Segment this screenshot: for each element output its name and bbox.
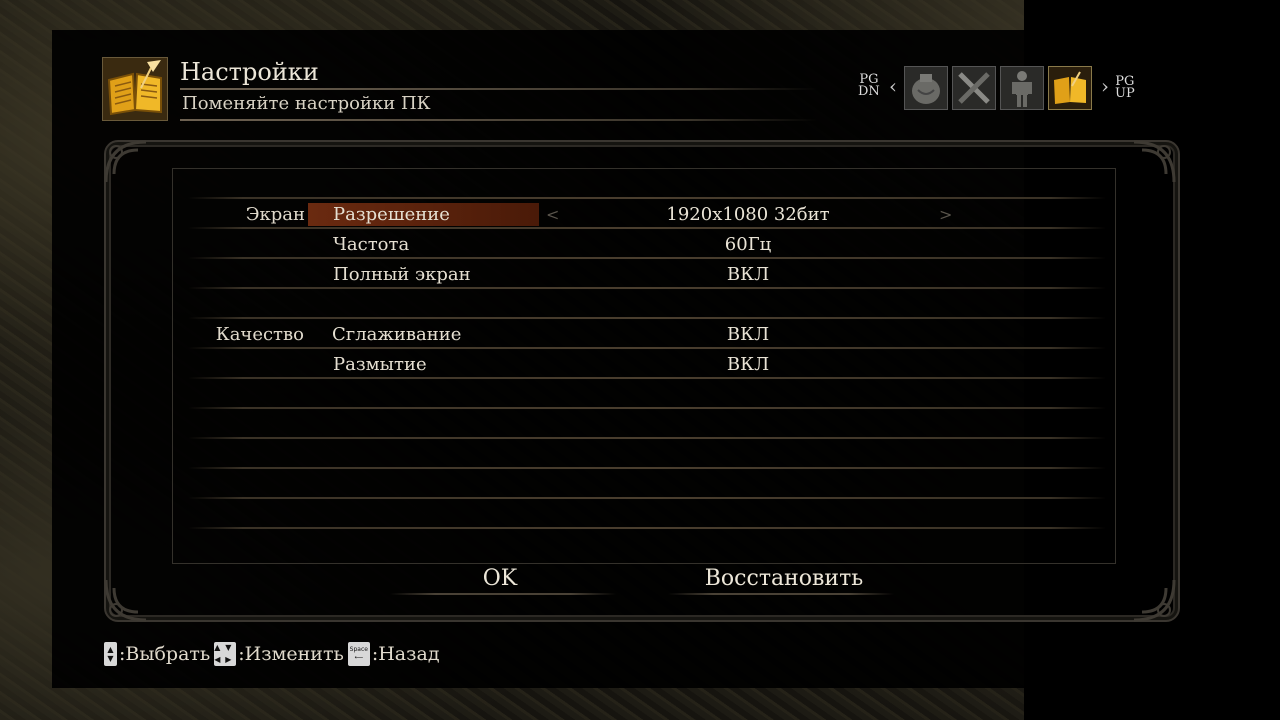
row-divider	[188, 227, 1106, 229]
setting-label-fullscreen[interactable]: Полный экран	[333, 264, 471, 285]
setting-label-antialiasing[interactable]: Сглаживание	[332, 324, 461, 345]
corner-ornament-top-left	[104, 140, 147, 183]
body-figure-icon[interactable]	[1000, 66, 1044, 110]
row-divider	[188, 467, 1106, 469]
row-divider	[188, 377, 1106, 379]
category-screen: Экран	[245, 204, 305, 225]
row-divider	[188, 347, 1106, 349]
chevron-right-icon[interactable]: ›	[1101, 74, 1109, 98]
pouch-icon[interactable]	[904, 66, 948, 110]
setting-label-blur[interactable]: Размытие	[333, 354, 427, 375]
up-down-keys-icon: ▲ ▼	[104, 642, 117, 666]
setting-value-antialiasing[interactable]: ВКЛ	[560, 324, 936, 345]
corner-ornament-bottom-left	[104, 579, 147, 622]
book-icon	[102, 57, 168, 121]
chevron-left-icon[interactable]: <	[546, 205, 559, 224]
corner-ornament-bottom-right	[1133, 579, 1176, 622]
row-divider	[188, 257, 1106, 259]
restore-button[interactable]: Восстановить	[674, 566, 894, 591]
setting-value-resolution[interactable]: 1920x1080 32бит	[560, 204, 936, 225]
row-divider	[188, 197, 1106, 199]
row-divider	[188, 287, 1106, 289]
space-key-icon: Space ⟵	[347, 642, 370, 666]
hint-select: :Выбрать	[119, 643, 211, 665]
category-quality: Качество	[215, 324, 304, 345]
page-title: Настройки	[180, 58, 319, 86]
setting-label-resolution[interactable]: Разрешение	[333, 204, 450, 225]
row-divider	[188, 437, 1106, 439]
chevron-right-icon[interactable]: >	[939, 205, 952, 224]
title-divider	[180, 88, 818, 90]
arrow-keys-icon: ▲ ▼ ◀ ▶	[214, 642, 237, 666]
ok-button[interactable]: OK	[440, 566, 560, 591]
corner-ornament-top-right	[1133, 140, 1176, 183]
setting-value-blur[interactable]: ВКЛ	[560, 354, 936, 375]
control-hints: ▲ ▼ :Выбрать ▲ ▼ ◀ ▶ :Изменить Space ⟵ :Назад	[104, 641, 444, 667]
setting-label-refresh-rate[interactable]: Частота	[333, 234, 409, 255]
ok-button-underline	[390, 593, 616, 595]
page-down-key-bottom: DN	[858, 84, 880, 99]
book-tab-icon[interactable]	[1048, 66, 1092, 110]
page-up-key-bottom: UP	[1115, 86, 1135, 101]
page-subtitle: Поменяйте настройки ПК	[182, 93, 431, 114]
row-divider	[188, 497, 1106, 499]
subtitle-divider	[180, 119, 818, 121]
page-up-key[interactable]: PG UP	[1115, 75, 1135, 101]
space-key-label: Space	[349, 646, 368, 653]
row-divider	[188, 317, 1106, 319]
setting-value-fullscreen[interactable]: ВКЛ	[560, 264, 936, 285]
page-down-key[interactable]: PG DN	[858, 73, 880, 99]
restore-button-underline	[668, 593, 894, 595]
hint-change: :Изменить	[238, 643, 344, 665]
setting-value-refresh-rate[interactable]: 60Гц	[560, 234, 936, 255]
crossed-swords-icon[interactable]	[952, 66, 996, 110]
chevron-left-icon[interactable]: ‹	[889, 74, 897, 98]
row-divider	[188, 407, 1106, 409]
hint-back: :Назад	[371, 643, 440, 665]
row-divider	[188, 527, 1106, 529]
